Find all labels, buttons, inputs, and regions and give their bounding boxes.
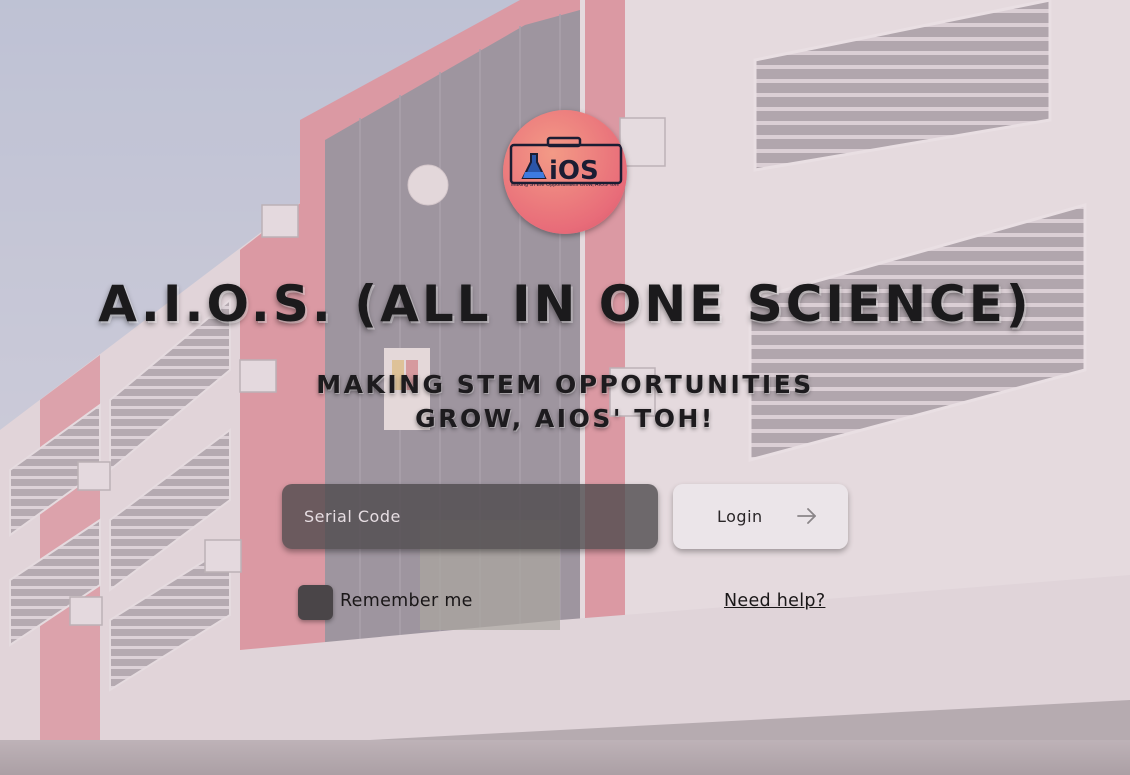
page-subtitle: MAKING STEM OPPORTUNITIES GROW, AIOS' TO… <box>265 368 865 436</box>
serial-code-field <box>282 484 658 549</box>
aios-logo: iOS Making STEM Opportunities Grow, AIOS… <box>503 110 627 234</box>
login-button[interactable]: Login <box>673 484 848 549</box>
logo-tagline: Making STEM Opportunities Grow, AIOS' to… <box>510 182 620 188</box>
subtitle-line-1: MAKING STEM OPPORTUNITIES <box>316 370 814 399</box>
logo-mark-icon: iOS <box>509 136 623 186</box>
page-title: A.I.O.S. (ALL IN ONE SCIENCE) <box>98 275 1032 333</box>
arrow-right-icon <box>797 508 816 524</box>
serial-code-input[interactable] <box>282 484 658 549</box>
subtitle-line-2: GROW, AIOS' TOH! <box>415 404 715 433</box>
login-button-label: Login <box>717 507 763 526</box>
remember-me-checkbox[interactable] <box>298 585 333 620</box>
need-help-link[interactable]: Need help? <box>724 591 825 611</box>
remember-me-label[interactable]: Remember me <box>340 591 473 611</box>
